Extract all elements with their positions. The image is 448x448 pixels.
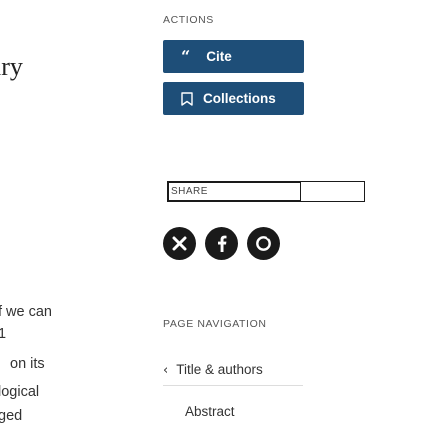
bookmark-icon <box>181 91 193 106</box>
article-text-line: logical <box>0 384 40 400</box>
cite-button[interactable]: “ Cite <box>163 40 304 73</box>
article-text-line: f we can <box>0 304 52 320</box>
article-heading-fragment: ıry <box>0 52 23 81</box>
article-text-line: ged <box>0 408 23 424</box>
page-navigation-label: PAGE NAVIGATION <box>163 318 267 330</box>
article-text-line: on its <box>10 356 45 372</box>
email-share-button[interactable] <box>163 227 196 260</box>
collections-button-label: Collections <box>203 91 276 106</box>
facebook-icon <box>217 235 226 252</box>
article-content: ıry f we can 1 on its logical ged <box>0 0 124 448</box>
nav-item-label: Title & authors <box>176 362 263 377</box>
nav-item-title-authors[interactable]: ‹ Title & authors <box>163 362 263 378</box>
share-label: SHARE <box>168 182 301 201</box>
nav-divider <box>163 385 303 386</box>
reddit-icon <box>256 235 271 251</box>
actions-label: ACTIONS <box>163 14 214 26</box>
nav-item-abstract[interactable]: Abstract <box>185 404 235 419</box>
article-sidebar: ACTIONS “ Cite Collections SHARE PAGE NA… <box>152 0 448 448</box>
facebook-share-button[interactable] <box>205 227 238 260</box>
cite-button-label: Cite <box>206 49 232 64</box>
email-icon <box>172 236 187 251</box>
quote-icon: “ <box>181 46 191 66</box>
article-text-line: 1 <box>0 326 7 342</box>
chevron-left-icon: ‹ <box>163 363 169 378</box>
reddit-share-button[interactable] <box>247 227 280 260</box>
share-section: SHARE <box>167 181 365 202</box>
collections-button[interactable]: Collections <box>163 82 304 115</box>
